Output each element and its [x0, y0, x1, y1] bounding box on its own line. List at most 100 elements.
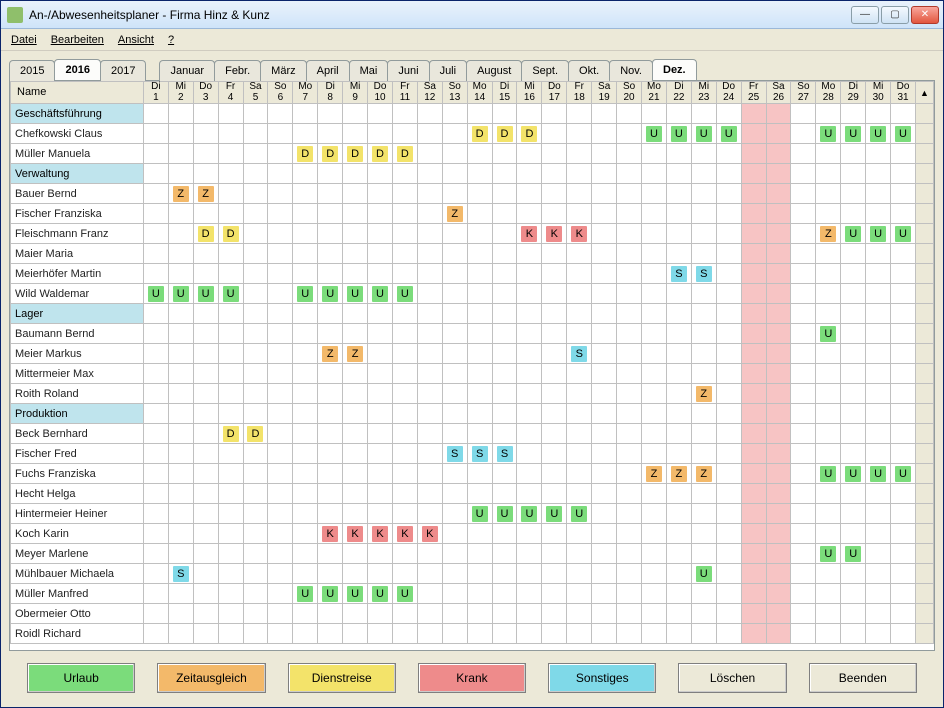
day-cell[interactable] — [841, 444, 866, 464]
day-cell[interactable] — [343, 504, 368, 524]
day-cell[interactable] — [268, 344, 293, 364]
day-cell[interactable] — [417, 604, 442, 624]
day-cell[interactable] — [592, 124, 617, 144]
day-cell[interactable] — [442, 244, 467, 264]
day-cell[interactable] — [392, 344, 417, 364]
day-cell[interactable]: K — [567, 224, 592, 244]
day-cell[interactable] — [567, 284, 592, 304]
scrollbar-track[interactable] — [915, 624, 933, 644]
day-cell[interactable] — [766, 624, 791, 644]
day-cell[interactable] — [143, 444, 168, 464]
day-cell[interactable] — [268, 464, 293, 484]
day-cell[interactable]: U — [841, 224, 866, 244]
day-cell[interactable] — [517, 204, 542, 224]
day-cell[interactable] — [691, 344, 716, 364]
day-cell[interactable]: Z — [343, 344, 368, 364]
day-cell[interactable] — [716, 604, 741, 624]
day-cell[interactable]: Z — [168, 184, 193, 204]
day-cell[interactable] — [517, 264, 542, 284]
day-cell[interactable] — [168, 344, 193, 364]
day-cell[interactable] — [766, 584, 791, 604]
day-cell[interactable] — [467, 564, 492, 584]
day-cell[interactable] — [791, 544, 816, 564]
day-cell[interactable] — [318, 184, 343, 204]
day-cell[interactable] — [293, 444, 318, 464]
day-cell[interactable] — [417, 224, 442, 244]
day-cell[interactable] — [891, 344, 916, 364]
employee-name[interactable]: Müller Manfred — [11, 584, 144, 604]
day-cell[interactable]: U — [866, 124, 891, 144]
day-cell[interactable] — [492, 384, 517, 404]
day-cell[interactable] — [592, 544, 617, 564]
day-cell[interactable] — [617, 244, 642, 264]
day-cell[interactable] — [666, 384, 691, 404]
day-cell[interactable] — [368, 424, 393, 444]
day-cell[interactable] — [716, 564, 741, 584]
day-cell[interactable] — [467, 324, 492, 344]
day-cell[interactable] — [891, 564, 916, 584]
day-cell[interactable] — [741, 144, 766, 164]
day-cell[interactable] — [318, 544, 343, 564]
day-cell[interactable] — [168, 624, 193, 644]
day-cell[interactable] — [891, 324, 916, 344]
day-cell[interactable] — [343, 324, 368, 344]
day-cell[interactable] — [791, 464, 816, 484]
day-cell[interactable] — [268, 424, 293, 444]
day-header-3[interactable]: Do3 — [193, 82, 218, 104]
day-header-21[interactable]: Mo21 — [642, 82, 667, 104]
day-cell[interactable] — [766, 144, 791, 164]
day-cell[interactable] — [642, 184, 667, 204]
day-cell[interactable] — [193, 264, 218, 284]
day-cell[interactable] — [293, 224, 318, 244]
day-cell[interactable] — [766, 284, 791, 304]
menu-help[interactable]: ? — [168, 34, 174, 46]
day-cell[interactable] — [417, 344, 442, 364]
day-cell[interactable] — [218, 124, 243, 144]
day-cell[interactable] — [218, 324, 243, 344]
day-cell[interactable] — [193, 144, 218, 164]
day-cell[interactable]: D — [193, 224, 218, 244]
day-cell[interactable] — [193, 464, 218, 484]
zeitausgleich-button[interactable]: Zeitausgleich — [157, 663, 265, 693]
employee-name[interactable]: Fuchs Franziska — [11, 464, 144, 484]
day-cell[interactable]: U — [716, 124, 741, 144]
day-cell[interactable] — [218, 204, 243, 224]
day-cell[interactable]: U — [467, 504, 492, 524]
day-cell[interactable] — [567, 624, 592, 644]
day-cell[interactable] — [866, 204, 891, 224]
day-cell[interactable] — [716, 284, 741, 304]
day-cell[interactable]: D — [218, 224, 243, 244]
day-cell[interactable] — [168, 384, 193, 404]
day-cell[interactable] — [268, 364, 293, 384]
day-cell[interactable] — [642, 504, 667, 524]
day-cell[interactable] — [891, 384, 916, 404]
day-cell[interactable] — [343, 364, 368, 384]
day-cell[interactable]: U — [392, 284, 417, 304]
day-cell[interactable] — [791, 324, 816, 344]
day-cell[interactable] — [617, 444, 642, 464]
day-cell[interactable] — [592, 144, 617, 164]
day-cell[interactable] — [467, 624, 492, 644]
day-cell[interactable] — [492, 584, 517, 604]
day-cell[interactable] — [218, 344, 243, 364]
day-cell[interactable] — [592, 564, 617, 584]
day-cell[interactable] — [642, 424, 667, 444]
day-cell[interactable] — [143, 224, 168, 244]
day-cell[interactable] — [866, 424, 891, 444]
day-cell[interactable] — [417, 264, 442, 284]
day-cell[interactable] — [716, 584, 741, 604]
day-header-11[interactable]: Fr11 — [392, 82, 417, 104]
day-cell[interactable] — [517, 624, 542, 644]
day-cell[interactable] — [866, 184, 891, 204]
day-cell[interactable] — [666, 524, 691, 544]
scrollbar-track[interactable] — [915, 444, 933, 464]
day-cell[interactable] — [343, 224, 368, 244]
day-cell[interactable]: S — [442, 444, 467, 464]
day-cell[interactable] — [193, 324, 218, 344]
scrollbar-track[interactable] — [915, 164, 933, 184]
day-cell[interactable] — [592, 424, 617, 444]
day-cell[interactable] — [691, 184, 716, 204]
day-cell[interactable] — [741, 224, 766, 244]
day-cell[interactable] — [218, 364, 243, 384]
day-cell[interactable] — [741, 524, 766, 544]
